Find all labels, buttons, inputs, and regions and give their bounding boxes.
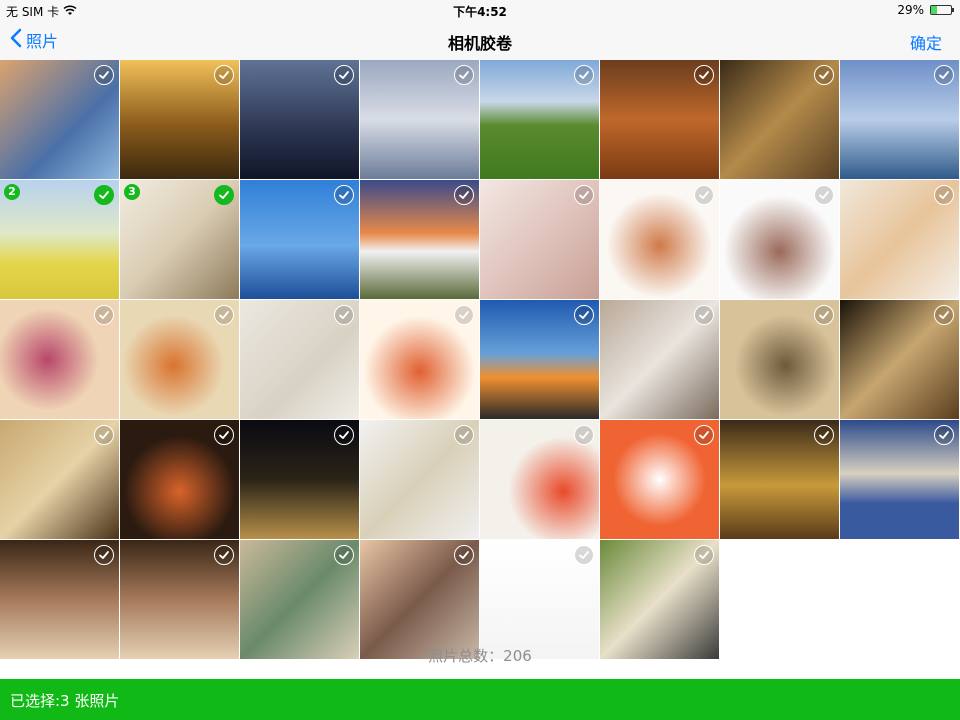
checkmark-circle-icon[interactable]	[454, 545, 474, 565]
battery-percent: 29%	[897, 3, 924, 17]
photo-thumbnail[interactable]	[600, 60, 719, 179]
checkmark-circle-icon[interactable]	[694, 545, 714, 565]
photo-thumbnail[interactable]	[0, 420, 119, 539]
photo-thumbnail[interactable]	[600, 540, 719, 659]
status-bar: 无 SIM 卡 下午4:52 29%	[0, 0, 960, 20]
checkmark-circle-icon[interactable]	[934, 425, 954, 445]
photo-thumbnail[interactable]	[720, 300, 839, 419]
photo-thumbnail[interactable]	[360, 300, 479, 419]
photo-thumbnail[interactable]	[600, 180, 719, 299]
photo-thumbnail[interactable]	[840, 300, 959, 419]
photo-thumbnail[interactable]	[720, 60, 839, 179]
photo-thumbnail[interactable]	[240, 60, 359, 179]
checkmark-circle-icon[interactable]	[574, 545, 594, 565]
photo-total-count: 照片总数：206	[428, 647, 532, 665]
checkmark-circle-icon[interactable]	[214, 425, 234, 445]
photo-thumbnail[interactable]	[480, 540, 599, 659]
checkmark-circle-icon[interactable]	[574, 65, 594, 85]
photo-thumbnail[interactable]: 3	[120, 180, 239, 299]
nav-bar: 照片 相机胶卷 确定	[0, 20, 960, 60]
photo-thumbnail[interactable]	[360, 180, 479, 299]
photo-thumbnail[interactable]	[0, 540, 119, 659]
photo-thumbnail[interactable]	[240, 540, 359, 659]
checkmark-circle-icon[interactable]	[694, 305, 714, 325]
photo-thumbnail[interactable]	[120, 420, 239, 539]
photo-thumbnail[interactable]	[360, 540, 479, 659]
photo-thumbnail[interactable]	[0, 60, 119, 179]
checkmark-circle-icon[interactable]	[334, 425, 354, 445]
checkmark-circle-icon[interactable]	[814, 185, 834, 205]
checkmark-circle-icon[interactable]	[334, 65, 354, 85]
checkmark-circle-icon[interactable]	[934, 305, 954, 325]
checkmark-circle-icon[interactable]	[694, 185, 714, 205]
checkmark-circle-icon[interactable]	[814, 425, 834, 445]
photo-thumbnail[interactable]	[360, 60, 479, 179]
battery-icon	[930, 5, 954, 15]
checkmark-circle-icon[interactable]	[334, 305, 354, 325]
photo-thumbnail[interactable]	[840, 420, 959, 539]
photo-thumbnail[interactable]	[120, 300, 239, 419]
checkmark-selected-icon[interactable]	[94, 185, 114, 205]
photo-thumbnail[interactable]	[240, 300, 359, 419]
checkmark-circle-icon[interactable]	[214, 65, 234, 85]
photo-thumbnail[interactable]	[240, 420, 359, 539]
checkmark-circle-icon[interactable]	[94, 305, 114, 325]
photo-thumbnail[interactable]	[480, 420, 599, 539]
checkmark-circle-icon[interactable]	[574, 425, 594, 445]
status-time: 下午4:52	[453, 5, 507, 19]
confirm-button[interactable]: 确定	[910, 30, 942, 54]
status-right: 29%	[897, 3, 954, 17]
photo-thumbnail[interactable]	[720, 420, 839, 539]
battery-level	[931, 6, 937, 14]
photo-thumbnail[interactable]	[0, 300, 119, 419]
photo-thumbnail[interactable]	[120, 60, 239, 179]
checkmark-circle-icon[interactable]	[694, 425, 714, 445]
photo-grid: 23	[0, 60, 960, 659]
checkmark-circle-icon[interactable]	[574, 185, 594, 205]
photo-thumbnail[interactable]	[840, 180, 959, 299]
checkmark-circle-icon[interactable]	[814, 305, 834, 325]
photo-thumbnail[interactable]: 2	[0, 180, 119, 299]
photo-thumbnail[interactable]	[600, 420, 719, 539]
checkmark-circle-icon[interactable]	[814, 65, 834, 85]
checkmark-circle-icon[interactable]	[214, 305, 234, 325]
checkmark-selected-icon[interactable]	[214, 185, 234, 205]
checkmark-circle-icon[interactable]	[574, 305, 594, 325]
checkmark-circle-icon[interactable]	[94, 545, 114, 565]
photo-thumbnail[interactable]	[840, 60, 959, 179]
photo-thumbnail[interactable]	[720, 180, 839, 299]
photo-thumbnail[interactable]	[240, 180, 359, 299]
selection-bar: 已选择:3 张照片	[0, 679, 960, 720]
checkmark-circle-icon[interactable]	[94, 65, 114, 85]
selection-order-badge: 2	[4, 184, 20, 200]
selection-count-label: 已选择:3 张照片	[10, 692, 120, 710]
checkmark-circle-icon[interactable]	[454, 185, 474, 205]
photo-thumbnail[interactable]	[480, 60, 599, 179]
selection-order-badge: 3	[124, 184, 140, 200]
checkmark-circle-icon[interactable]	[934, 65, 954, 85]
photo-thumbnail[interactable]	[600, 300, 719, 419]
checkmark-circle-icon[interactable]	[334, 545, 354, 565]
checkmark-circle-icon[interactable]	[934, 185, 954, 205]
photo-thumbnail[interactable]	[480, 180, 599, 299]
checkmark-circle-icon[interactable]	[214, 545, 234, 565]
checkmark-circle-icon[interactable]	[454, 425, 474, 445]
page-title: 相机胶卷	[447, 34, 512, 53]
checkmark-circle-icon[interactable]	[94, 425, 114, 445]
checkmark-circle-icon[interactable]	[454, 305, 474, 325]
checkmark-circle-icon[interactable]	[694, 65, 714, 85]
photo-thumbnail[interactable]	[360, 420, 479, 539]
photo-thumbnail[interactable]	[120, 540, 239, 659]
photo-thumbnail[interactable]	[480, 300, 599, 419]
checkmark-circle-icon[interactable]	[334, 185, 354, 205]
checkmark-circle-icon[interactable]	[454, 65, 474, 85]
